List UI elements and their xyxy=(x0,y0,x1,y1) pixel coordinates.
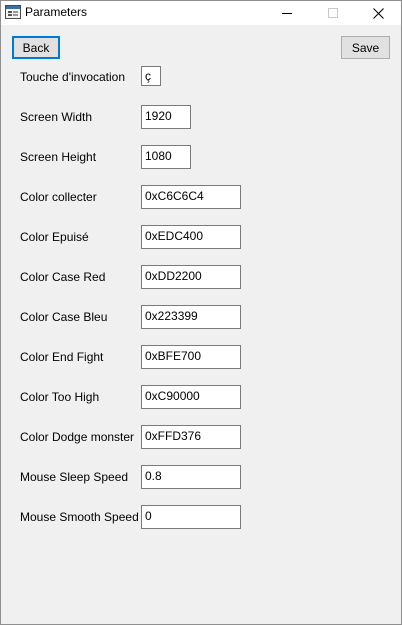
mouse-smooth-speed-input[interactable]: 0 xyxy=(141,505,241,529)
parameters-window: Parameters Back Save Touche d'invocation… xyxy=(0,0,402,625)
minimize-icon xyxy=(282,13,292,14)
color-case-red-input[interactable]: 0xDD2200 xyxy=(141,265,241,289)
maximize-icon xyxy=(328,8,338,18)
mouse-sleep-speed-input[interactable]: 0.8 xyxy=(141,465,241,489)
color-too-high-label: Color Too High xyxy=(20,390,100,404)
touche-invocation-label: Touche d'invocation xyxy=(20,70,126,84)
title-bar[interactable]: Parameters xyxy=(1,1,401,25)
close-icon xyxy=(372,7,384,19)
color-collecter-input[interactable]: 0xC6C6C4 xyxy=(141,185,241,209)
color-collecter-label: Color collecter xyxy=(20,190,97,204)
color-case-bleu-label: Color Case Bleu xyxy=(20,310,108,324)
color-dodge-monster-input[interactable]: 0xFFD376 xyxy=(141,425,241,449)
screen-width-label: Screen Width xyxy=(20,110,93,124)
window-title: Parameters xyxy=(25,5,88,19)
screen-width-input[interactable]: 1920 xyxy=(141,105,191,129)
mouse-sleep-speed-label: Mouse Sleep Speed xyxy=(20,470,129,484)
minimize-button[interactable] xyxy=(264,1,310,25)
color-end-fight-label: Color End Fight xyxy=(20,350,104,364)
screen-height-input[interactable]: 1080 xyxy=(141,145,191,169)
maximize-button[interactable] xyxy=(310,1,356,25)
color-case-bleu-input[interactable]: 0x223399 xyxy=(141,305,241,329)
close-button[interactable] xyxy=(355,1,401,25)
color-end-fight-input[interactable]: 0xBFE700 xyxy=(141,345,241,369)
color-epuise-label: Color Epuisé xyxy=(20,230,89,244)
touche-invocation-input[interactable]: ç xyxy=(141,66,161,86)
app-window-icon xyxy=(5,5,21,19)
color-too-high-input[interactable]: 0xC90000 xyxy=(141,385,241,409)
color-epuise-input[interactable]: 0xEDC400 xyxy=(141,225,241,249)
back-button[interactable]: Back xyxy=(12,36,60,59)
color-case-red-label: Color Case Red xyxy=(20,270,106,284)
mouse-smooth-speed-label: Mouse Smooth Speed xyxy=(20,510,139,524)
color-dodge-monster-label: Color Dodge monster xyxy=(20,430,135,444)
save-button[interactable]: Save xyxy=(341,36,390,59)
screen-height-label: Screen Height xyxy=(20,150,97,164)
